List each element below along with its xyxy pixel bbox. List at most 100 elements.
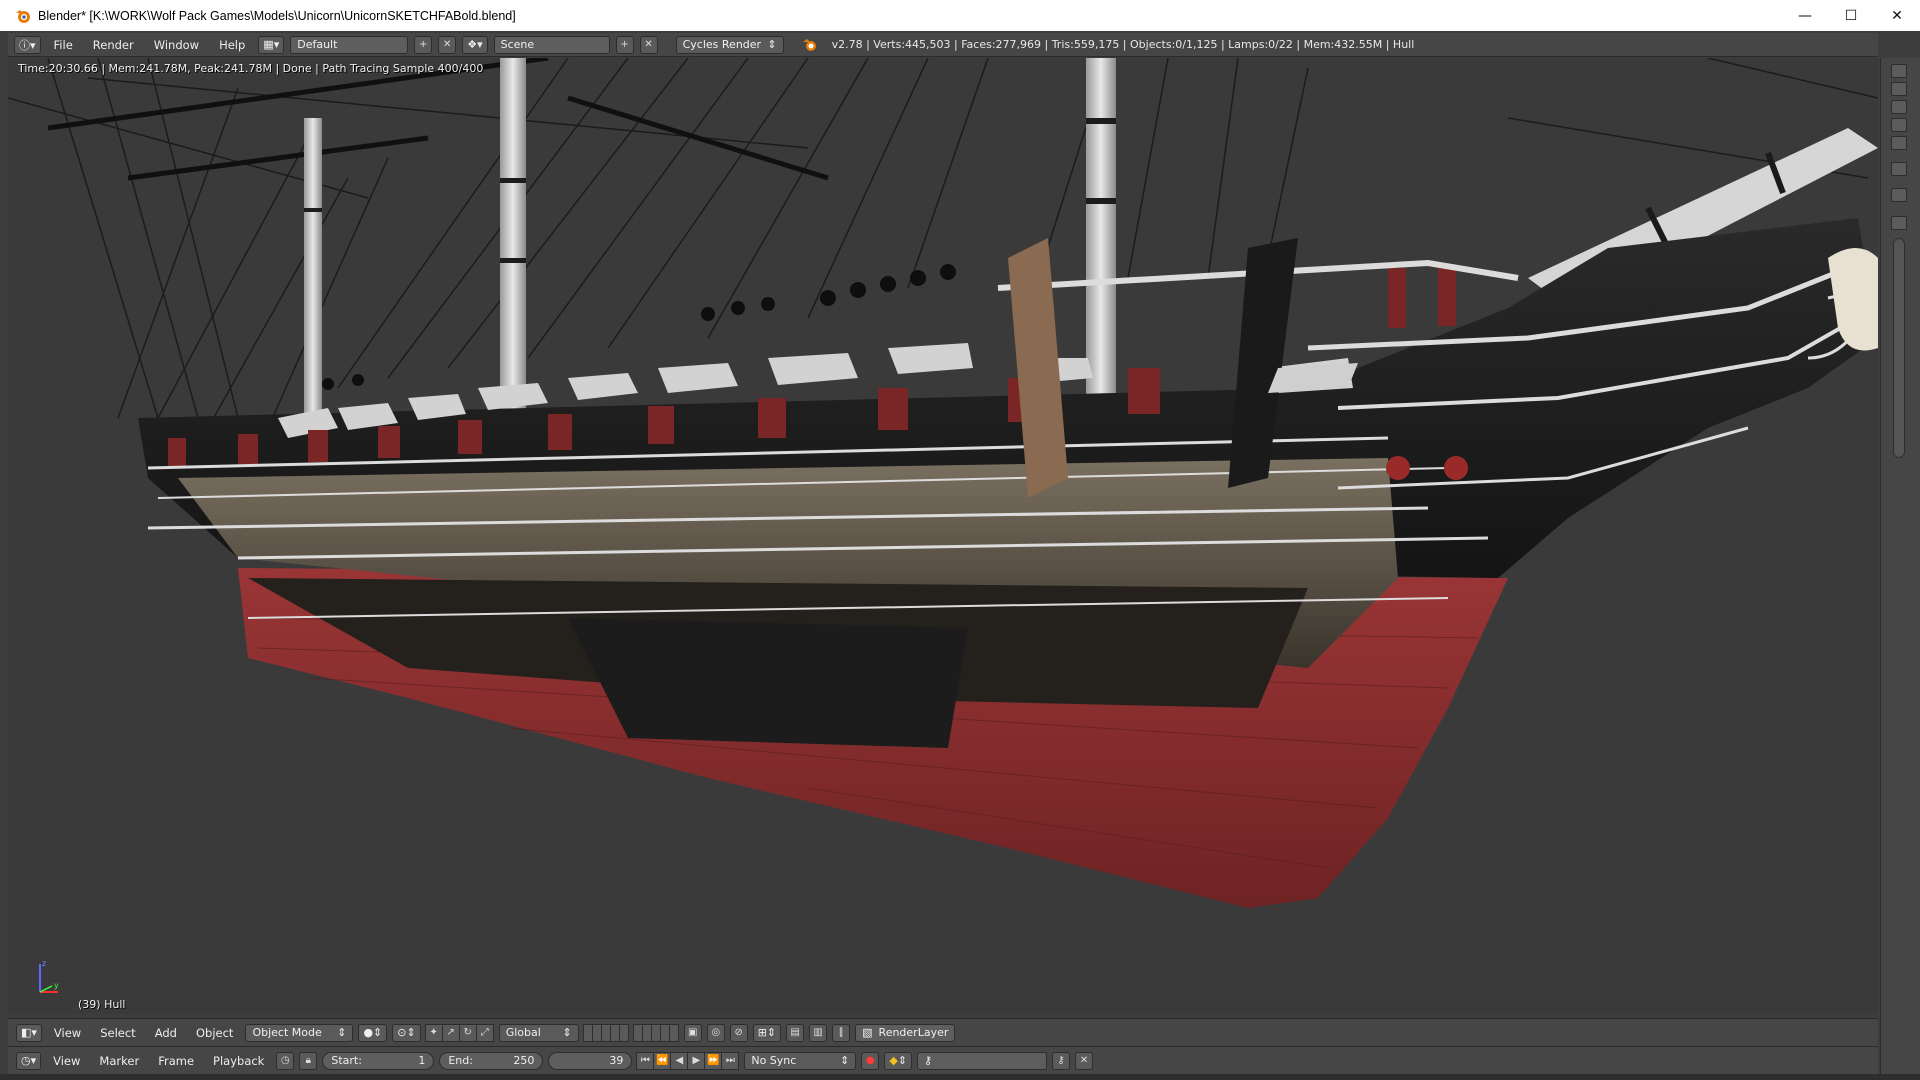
lock-layers-button[interactable]: ▣ [683, 1023, 702, 1042]
menu-file[interactable]: File [47, 38, 80, 52]
menu-add[interactable]: Add [148, 1026, 184, 1040]
add-screen-button[interactable]: + [414, 35, 433, 54]
editor-type-timeline-button[interactable]: ◷▾ [16, 1051, 42, 1070]
editor-type-info-button[interactable]: ⓘ▾ [14, 35, 41, 54]
end-frame-label: End: [448, 1054, 473, 1067]
menu-view[interactable]: View [46, 1054, 87, 1068]
deadeyes [322, 264, 956, 390]
remove-scene-button[interactable]: ✕ [639, 35, 658, 54]
delete-keyframe-button[interactable]: ✕ [1075, 1051, 1094, 1070]
scroll-down-icon[interactable] [1891, 216, 1907, 230]
magnet-icon: ⊘ [734, 1027, 743, 1038]
remove-screen-button[interactable]: ✕ [438, 35, 457, 54]
lock-time-cursor-button[interactable]: 🔒︎ [299, 1051, 318, 1070]
keyframe-forward-icon: ⏩ [707, 1055, 720, 1066]
menu-select[interactable]: Select [93, 1026, 142, 1040]
shading-sphere-icon: ●⇕ [363, 1026, 383, 1039]
scene-field[interactable]: Scene [493, 35, 610, 54]
timeline-header: ◷▾ View Marker Frame Playback ◷ 🔒︎ Start… [8, 1046, 1878, 1074]
mesh-icon[interactable] [1891, 118, 1907, 132]
scene-layer-icon[interactable] [1891, 82, 1907, 96]
pin-icon[interactable] [1891, 188, 1907, 202]
menu-object[interactable]: Object [189, 1026, 240, 1040]
snap-element-button[interactable]: ⊞⇕ [752, 1023, 782, 1042]
opengl-animation-button[interactable]: ▥ [809, 1023, 828, 1042]
record-icon: ● [865, 1055, 875, 1066]
keyframe-back-icon: ⏪ [656, 1055, 669, 1066]
render-layer-toggle[interactable]: ∥ [832, 1023, 851, 1042]
sync-mode-dropdown[interactable]: No Sync ⇕ [744, 1051, 857, 1070]
active-keying-set-field[interactable]: ⚷ [917, 1051, 1048, 1070]
menu-window[interactable]: Window [147, 38, 206, 52]
properties-scrollbar[interactable] [1893, 238, 1905, 458]
properties-icon[interactable] [1891, 162, 1907, 176]
blender-logo-icon [16, 9, 30, 23]
menu-frame[interactable]: Frame [151, 1054, 201, 1068]
keying-set-button[interactable]: ◆ ⇕ [884, 1051, 913, 1070]
clock-icon: ◷▾ [21, 1054, 37, 1067]
jump-start-button[interactable]: ⏮ [636, 1051, 655, 1070]
add-scene-button[interactable]: + [615, 35, 634, 54]
maximize-button[interactable]: ☐ [1828, 0, 1874, 31]
layer-button[interactable] [668, 1023, 679, 1042]
key-icon: ⚷ [924, 1054, 933, 1067]
scene-icon: ❖▾ [467, 38, 483, 51]
insert-keyframe-button[interactable]: ⚷ [1052, 1051, 1071, 1070]
auto-keying-button[interactable]: ● [861, 1051, 880, 1070]
snap-toggle-button[interactable]: ⊘ [729, 1023, 748, 1042]
right-editor-strip [1880, 58, 1920, 1080]
outliner-icon[interactable] [1891, 64, 1907, 78]
play-reverse-button[interactable]: ◀ [670, 1051, 689, 1070]
menu-help[interactable]: Help [212, 38, 252, 52]
manipulator-toggle-button[interactable]: ✦ [424, 1023, 443, 1042]
transform-orientation-dropdown[interactable]: Global ⇕ [498, 1023, 579, 1042]
object-icon[interactable] [1891, 100, 1907, 114]
main-mast [500, 58, 526, 418]
current-frame-field[interactable]: 39 [548, 1051, 633, 1070]
menu-marker[interactable]: Marker [92, 1054, 146, 1068]
3d-view-header: ◧▾ View Select Add Object Object Mode ⇕ … [8, 1018, 1878, 1046]
play-icon: ▶ [692, 1055, 701, 1066]
translate-manipulator-button[interactable]: ↗ [441, 1023, 460, 1042]
clock-icon: ◷ [280, 1055, 290, 1066]
minimize-button[interactable]: — [1782, 0, 1828, 31]
plus-icon: + [419, 39, 428, 50]
jump-keyframe-back-button[interactable]: ⏪ [653, 1051, 672, 1070]
render-info-text: Time:20:30.66 | Mem:241.78M, Peak:241.78… [18, 62, 484, 75]
opengl-render-button[interactable]: ▤ [786, 1023, 805, 1042]
jump-start-icon: ⏮ [640, 1055, 650, 1066]
scene-icon-button[interactable]: ❖▾ [462, 35, 488, 54]
mode-label: Object Mode [252, 1026, 322, 1039]
screen-layout-icon-button[interactable]: ▦▾ [258, 35, 285, 54]
start-frame-field[interactable]: Start: 1 [322, 1051, 435, 1070]
material-icon[interactable] [1891, 136, 1907, 150]
mode-dropdown[interactable]: Object Mode ⇕ [245, 1023, 354, 1042]
hull-opening [568, 618, 968, 748]
jump-end-button[interactable]: ⏭ [721, 1051, 740, 1070]
render-engine-dropdown[interactable]: Cycles Render ⇕ [675, 35, 784, 54]
menu-view[interactable]: View [47, 1026, 88, 1040]
render-layer-field[interactable]: ▧ RenderLayer [855, 1023, 956, 1042]
menu-render[interactable]: Render [86, 38, 141, 52]
play-button[interactable]: ▶ [687, 1051, 706, 1070]
proportional-edit-button[interactable]: ◎ [706, 1023, 725, 1042]
bow-gunport-2 [1444, 456, 1468, 480]
pivot-point-button[interactable]: ⊙⇕ [392, 1023, 421, 1042]
axis-z-label: z [42, 959, 46, 968]
manipulator-icon: ✦ [429, 1027, 438, 1038]
jump-keyframe-forward-button[interactable]: ⏩ [704, 1051, 723, 1070]
preview-range-button[interactable]: ◷ [276, 1051, 295, 1070]
editor-type-3dview-button[interactable]: ◧▾ [16, 1023, 42, 1042]
pivot-icon: ⊙⇕ [397, 1026, 416, 1039]
3d-viewport[interactable]: Time:20:30.66 | Mem:241.78M, Peak:241.78… [8, 58, 1878, 1014]
close-button[interactable]: ✕ [1874, 0, 1920, 31]
scale-manipulator-button[interactable]: ⤢ [475, 1023, 494, 1042]
rotate-manipulator-button[interactable]: ↻ [458, 1023, 477, 1042]
viewport-shading-button[interactable]: ●⇕ [358, 1023, 388, 1042]
end-frame-field[interactable]: End: 250 [439, 1051, 544, 1070]
menu-playback[interactable]: Playback [206, 1054, 271, 1068]
axis-y-label: y [54, 981, 59, 990]
layer-button[interactable] [618, 1023, 629, 1042]
orientation-label: Global [505, 1026, 541, 1039]
screen-layout-field[interactable]: Default [290, 35, 409, 54]
